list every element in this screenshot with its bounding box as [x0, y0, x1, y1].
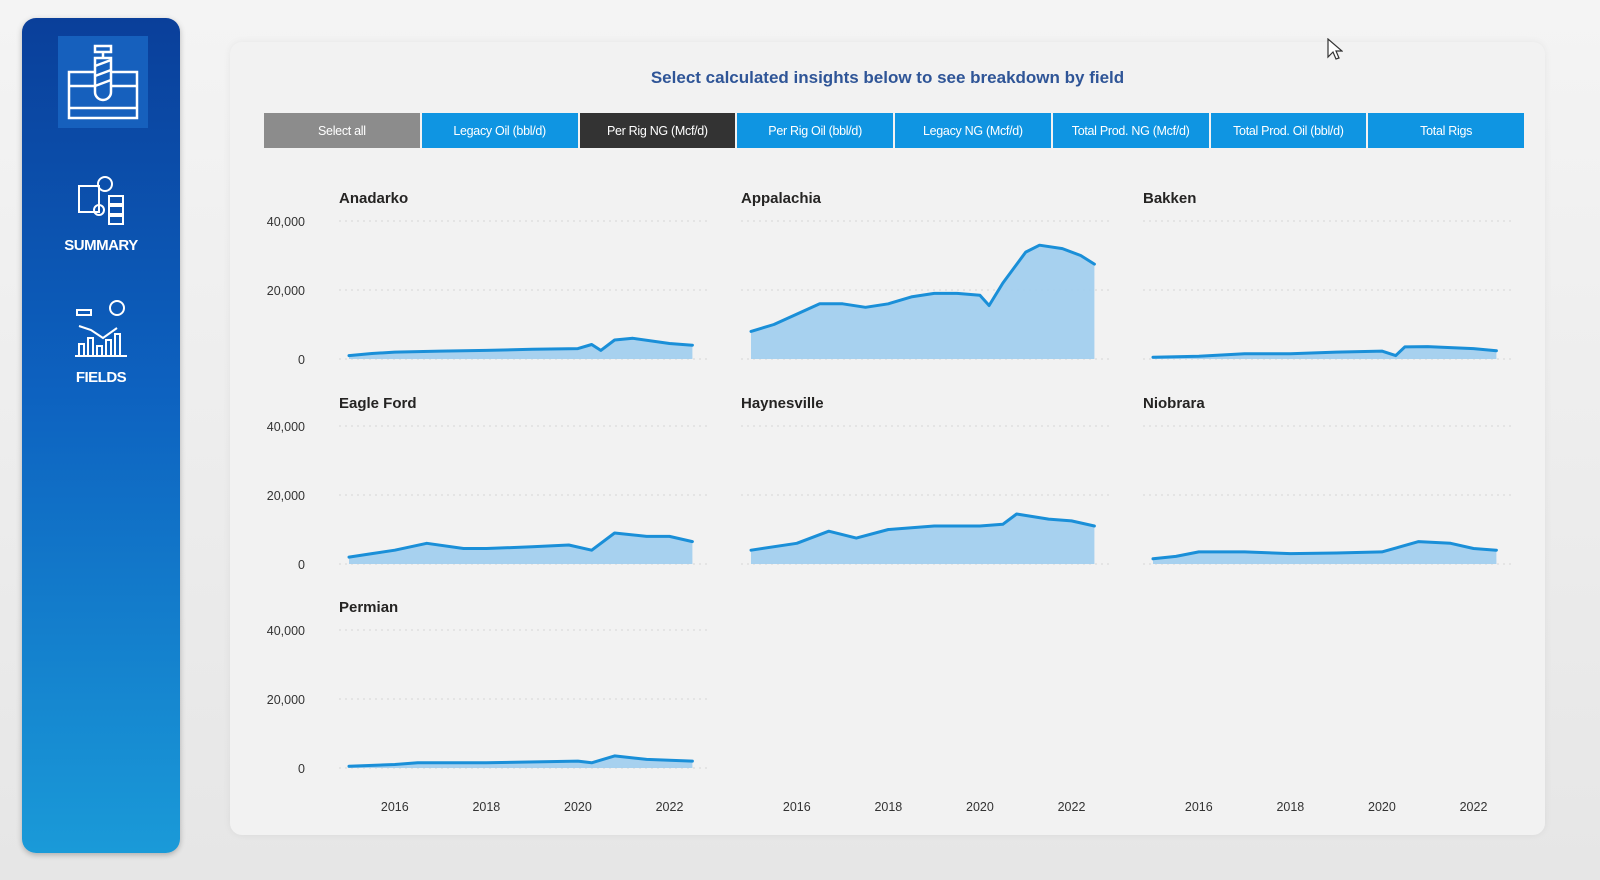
x-tick-label: 2020	[1368, 800, 1396, 814]
panel-title: Appalachia	[741, 190, 822, 207]
panel-title: Permian	[339, 599, 398, 616]
x-tick-label: 2016	[381, 800, 409, 814]
x-tick-label: 2018	[472, 800, 500, 814]
x-tick-label: 2020	[564, 800, 592, 814]
panel-permian: Permian 0 20,000 40,000	[267, 599, 709, 776]
panel-anadarko: Anadarko 0 20,000 40,000	[267, 190, 709, 367]
panel-eagle-ford: Eagle Ford 0 20,000 40,000	[267, 395, 709, 572]
mouse-cursor-icon	[1327, 38, 1343, 60]
x-tick-label: 2022	[656, 800, 684, 814]
small-multiples-chart: Anadarko 0 20,000 40,000 Appalachia Bakken Eag…	[267, 190, 1513, 814]
y-tick-label: 40,000	[267, 420, 305, 434]
x-tick-label: 2016	[1185, 800, 1213, 814]
x-tick-label: 2016	[783, 800, 811, 814]
panel-niobrara: Niobrara	[1143, 395, 1513, 565]
y-tick-label: 0	[298, 762, 305, 776]
panel-title: Anadarko	[339, 190, 408, 207]
x-tick-label: 2022	[1058, 800, 1086, 814]
series-area	[751, 245, 1095, 359]
x-tick-label: 2022	[1460, 800, 1488, 814]
y-tick-label: 40,000	[267, 624, 305, 638]
y-tick-label: 20,000	[267, 693, 305, 707]
panel-title: Bakken	[1143, 190, 1196, 207]
panel-appalachia: Appalachia	[741, 190, 1111, 360]
y-tick-label: 40,000	[267, 215, 305, 229]
x-tick-label: 2018	[1276, 800, 1304, 814]
panel-haynesville: Haynesville	[741, 395, 1111, 565]
panel-title: Haynesville	[741, 395, 824, 412]
panel-bakken: Bakken	[1143, 190, 1513, 360]
x-tick-label: 2020	[966, 800, 994, 814]
y-tick-label: 20,000	[267, 284, 305, 298]
y-tick-label: 0	[298, 558, 305, 572]
panel-title: Eagle Ford	[339, 395, 417, 412]
y-tick-label: 20,000	[267, 489, 305, 503]
panel-title: Niobrara	[1143, 395, 1205, 412]
y-tick-label: 0	[298, 353, 305, 367]
series-area	[751, 514, 1095, 564]
x-tick-label: 2018	[874, 800, 902, 814]
